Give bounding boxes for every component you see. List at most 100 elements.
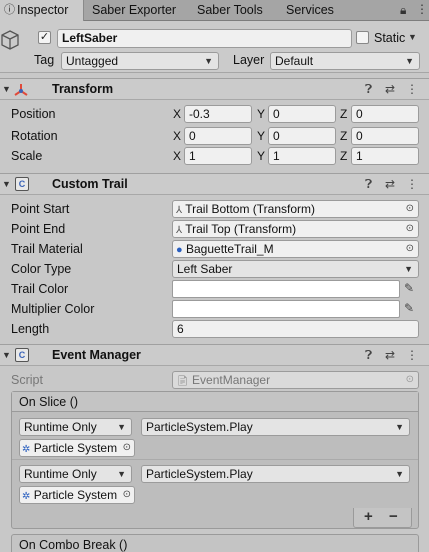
object-picker-icon[interactable]: ⊙ [406,221,414,237]
color-type-value: Left Saber [177,262,233,276]
runtime-mode-dropdown[interactable]: Runtime Only ▼ [19,465,132,483]
more-menu-icon[interactable]: ⋮ [416,2,428,16]
length-field[interactable]: 6 [172,320,419,338]
tab-saber-tools[interactable]: Saber Tools [197,0,277,21]
static-label: Static [374,31,406,45]
rotation-z-field[interactable]: 0 [351,127,419,145]
script-value: EventManager [192,373,271,387]
preset-icon[interactable]: ⇄ [385,82,395,96]
point-start-field[interactable]: ⅄ Trail Bottom (Transform) ⊙ [172,200,419,218]
custom-trail-header[interactable]: ▼ C Custom Trail ❓︎ ⇄ ⋮ [0,173,429,195]
transform-body: Position X -0.3 Y 0 Z 0 Rotation X 0 Y 0… [0,101,429,169]
gameobject-name-input[interactable]: LeftSaber [57,29,352,48]
position-x-field[interactable]: -0.3 [184,105,252,123]
axis-y-label[interactable]: Y [257,149,265,163]
trail-color-label: Trail Color [11,282,69,296]
help-icon[interactable]: ❓︎ [365,348,372,363]
active-checkbox[interactable]: ✓ [38,31,51,44]
rotation-x-field[interactable]: 0 [184,127,252,145]
axis-y-label[interactable]: Y [257,107,265,121]
trail-material-value: BaguetteTrail_M [186,242,274,256]
eyedropper-icon[interactable]: ✎ [404,281,414,295]
tab-inspector-label: Inspector [17,3,69,17]
lock-icon[interactable]: 🔒︎ [400,3,406,18]
layer-dropdown[interactable]: Default ▼ [270,52,420,70]
position-label: Position [11,107,56,121]
more-menu-icon[interactable]: ⋮ [406,177,418,191]
multiplier-color-label: Multiplier Color [11,302,95,316]
gameobject-header: ✓ LeftSaber Static ▼ Tag Untagged ▼ Laye… [0,21,429,73]
color-type-dropdown[interactable]: Left Saber ▼ [172,260,419,278]
position-y-field[interactable]: 0 [268,105,336,123]
layer-label: Layer [233,53,265,67]
gameobject-cube-icon [1,30,19,50]
tab-inspector[interactable]: ⓘ Inspector [0,0,84,21]
trail-material-field[interactable]: ● BaguetteTrail_M ⊙ [172,240,419,258]
particle-system-icon: ✲ [22,491,31,502]
position-z-field[interactable]: 0 [351,105,419,123]
function-dropdown[interactable]: ParticleSystem.Play ▼ [141,418,410,436]
on-slice-title: On Slice () [19,395,79,409]
transform-title: Transform [52,82,114,96]
tab-saber-exporter[interactable]: Saber Exporter [92,0,187,21]
chevron-down-icon: ▼ [405,56,414,66]
scale-z-field[interactable]: 1 [351,147,419,165]
trail-color-swatch[interactable] [172,280,400,298]
axis-x-label[interactable]: X [173,149,181,163]
scale-x-field[interactable]: 1 [184,147,252,165]
axis-z-label[interactable]: Z [340,149,347,163]
preset-icon[interactable]: ⇄ [385,177,395,191]
chevron-down-icon: ▼ [395,469,404,479]
chevron-down-icon: ▼ [117,469,126,479]
help-icon[interactable]: ❓︎ [365,82,372,97]
chevron-down-icon: ▼ [204,56,213,66]
object-picker-icon[interactable]: ⊙ [122,440,131,456]
point-start-value: Trail Bottom (Transform) [185,202,316,216]
chevron-down-icon: ▼ [117,422,126,432]
function-value: ParticleSystem.Play [146,420,253,434]
tab-services[interactable]: Services [286,0,346,21]
target-object-value: Particle System [33,441,118,455]
on-slice-header: On Slice () [12,392,418,412]
remove-entry-button[interactable]: − [389,508,398,525]
object-picker-icon[interactable]: ⊙ [406,241,414,257]
runtime-mode-dropdown[interactable]: Runtime Only ▼ [19,418,132,436]
event-manager-header[interactable]: ▼ C Event Manager ❓︎ ⇄ ⋮ [0,344,429,366]
help-icon[interactable]: ❓︎ [365,177,372,192]
scale-y-field[interactable]: 1 [268,147,336,165]
axis-z-label[interactable]: Z [340,129,347,143]
rotation-label: Rotation [11,129,58,143]
target-object-field[interactable]: ✲ Particle System ⊙ [19,486,135,504]
layer-value: Default [275,54,314,68]
object-picker-icon[interactable]: ⊙ [406,201,414,217]
eyedropper-icon[interactable]: ✎ [404,301,414,315]
multiplier-color-swatch[interactable] [172,300,400,318]
axis-x-label[interactable]: X [173,107,181,121]
transform-header[interactable]: ▼ Transform ❓︎ ⇄ ⋮ [0,78,429,100]
more-menu-icon[interactable]: ⋮ [406,348,418,362]
more-menu-icon[interactable]: ⋮ [406,82,418,96]
foldout-arrow-icon[interactable]: ▼ [2,84,11,94]
axis-z-label[interactable]: Z [340,107,347,121]
tag-dropdown[interactable]: Untagged ▼ [61,52,219,70]
preset-icon[interactable]: ⇄ [385,348,395,362]
target-object-value: Particle System [33,488,118,502]
static-checkbox[interactable] [356,31,369,44]
tag-label: Tag [34,53,55,67]
color-type-label: Color Type [11,262,72,276]
target-object-field[interactable]: ✲ Particle System ⊙ [19,439,135,457]
foldout-arrow-icon[interactable]: ▼ [2,179,11,189]
axis-x-label[interactable]: X [173,129,181,143]
add-entry-button[interactable]: + [364,508,373,525]
function-dropdown[interactable]: ParticleSystem.Play ▼ [141,465,410,483]
on-slice-panel: On Slice () Runtime Only ▼ ParticleSyste… [11,391,419,529]
object-picker-icon[interactable]: ⊙ [122,487,131,503]
axis-y-label[interactable]: Y [257,129,265,143]
entry-divider [12,459,418,460]
point-end-field[interactable]: ⅄ Trail Top (Transform) ⊙ [172,220,419,238]
foldout-arrow-icon[interactable]: ▼ [2,350,11,360]
static-dropdown-arrow[interactable]: ▼ [408,32,417,42]
custom-trail-title: Custom Trail [52,177,128,191]
rotation-y-field[interactable]: 0 [268,127,336,145]
tab-services-label: Services [286,3,334,17]
